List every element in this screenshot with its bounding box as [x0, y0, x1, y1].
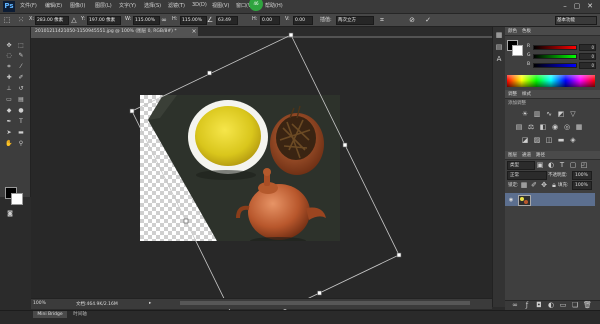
channel-mixer-icon[interactable]: ◎ — [563, 123, 571, 131]
lock-pixels-icon[interactable]: ▦ — [520, 181, 528, 189]
delete-layer-icon[interactable]: 🗑︎ — [583, 301, 592, 309]
new-group-icon[interactable]: ▭ — [559, 301, 567, 309]
color-background-swatch[interactable] — [512, 45, 523, 56]
status-arrow-icon[interactable]: ▸ — [149, 301, 151, 306]
threshold-icon[interactable]: ◫ — [545, 136, 553, 144]
tab-layers[interactable]: 图层 — [508, 152, 517, 158]
character-panel-icon[interactable]: A — [495, 55, 503, 63]
filter-shape-icon[interactable]: ▢ — [569, 161, 577, 169]
red-label: R — [527, 44, 531, 49]
red-slider[interactable] — [533, 45, 577, 50]
photo-filter-icon[interactable]: ◉ — [551, 123, 559, 131]
tab-swatches[interactable]: 色板 — [522, 28, 531, 34]
black-white-icon[interactable]: ◧ — [539, 123, 547, 131]
tab-styles[interactable]: 样式 — [522, 91, 531, 97]
hue-saturation-icon[interactable]: ▤ — [515, 123, 523, 131]
lock-label: 锁定: — [508, 183, 519, 188]
new-layer-icon[interactable]: ❏ — [571, 301, 579, 309]
zoom-level[interactable]: 100% — [33, 301, 46, 306]
color-spectrum-shade — [507, 75, 595, 87]
green-slider[interactable] — [533, 54, 577, 59]
layers-footer: ∞ ƒ ◘ ◐ ▭ ❏ 🗑︎ — [505, 300, 600, 310]
new-adjustment-layer-icon[interactable]: ◐ — [547, 301, 555, 309]
fill-field[interactable]: 100% — [572, 181, 592, 190]
tab-mini-bridge[interactable]: Mini Bridge — [33, 311, 67, 318]
green-value[interactable]: 0 — [579, 53, 596, 60]
layer-style-icon[interactable]: ƒ — [523, 301, 531, 309]
red-value[interactable]: 0 — [579, 44, 596, 51]
color-balance-icon[interactable]: ⚖ — [527, 123, 535, 131]
blue-label: B — [527, 62, 531, 67]
tab-paths[interactable]: 路径 — [536, 152, 545, 158]
filter-pixel-icon[interactable]: ▣ — [536, 161, 544, 169]
levels-icon[interactable]: ▥ — [533, 110, 541, 118]
tab-adjustments[interactable]: 调整 — [508, 91, 517, 97]
properties-panel-icon[interactable]: ▤ — [495, 43, 503, 51]
exposure-icon[interactable]: ◩ — [557, 110, 565, 118]
filter-adjustment-icon[interactable]: ◐ — [547, 161, 555, 169]
brightness-icon[interactable]: ☀ — [521, 110, 529, 118]
tab-timeline[interactable]: 时间轴 — [68, 311, 92, 318]
panel-icon-strip: ▦ ▤ A — [492, 27, 505, 307]
green-label: G — [527, 53, 531, 58]
layer-kind-filter[interactable]: 类型 — [507, 161, 535, 170]
lock-paint-icon[interactable]: ✐ — [530, 181, 538, 189]
horizontal-scrollbar[interactable] — [180, 301, 470, 305]
vibrance-icon[interactable]: ▽ — [569, 110, 577, 118]
blend-mode-select[interactable]: 正常 — [507, 171, 547, 180]
eye-icon[interactable]: ◉ — [507, 197, 515, 203]
link-layers-icon[interactable]: ∞ — [511, 301, 519, 309]
history-panel-icon[interactable]: ▦ — [495, 31, 503, 39]
layer-thumbnail — [518, 195, 531, 206]
clay-teapot — [248, 184, 310, 240]
opacity-label: 不透明度: — [548, 173, 568, 178]
color-lookup-icon[interactable]: ▦ — [575, 123, 583, 131]
lock-all-icon[interactable]: 🔒︎ — [550, 181, 558, 189]
document-info[interactable]: 文档:464.9K/2.16M — [76, 301, 118, 307]
color-panel-header — [505, 27, 600, 36]
posterize-icon[interactable]: ▨ — [533, 136, 541, 144]
lock-position-icon[interactable]: ✥ — [540, 181, 548, 189]
tea-liquid — [195, 106, 261, 166]
tab-color[interactable]: 颜色 — [508, 28, 517, 34]
blue-value[interactable]: 0 — [579, 62, 596, 69]
layers-panel-header — [505, 151, 600, 160]
filter-type-icon[interactable]: T — [558, 161, 566, 169]
invert-icon[interactable]: ◪ — [521, 136, 529, 144]
tab-channels[interactable]: 通道 — [522, 152, 531, 158]
curves-icon[interactable]: ∿ — [545, 110, 553, 118]
gradient-map-icon[interactable]: ▬ — [557, 136, 565, 144]
adjustments-panel-header — [505, 90, 600, 99]
selective-color-icon[interactable]: ◈ — [569, 136, 577, 144]
opacity-field[interactable]: 100% — [572, 171, 592, 180]
filter-smart-object-icon[interactable]: ◰ — [580, 161, 588, 169]
blue-slider[interactable] — [533, 63, 577, 68]
layer-mask-icon[interactable]: ◘ — [535, 301, 543, 309]
add-adjustment-label: 添加调整 — [508, 101, 526, 106]
fill-label: 填充: — [558, 183, 569, 188]
